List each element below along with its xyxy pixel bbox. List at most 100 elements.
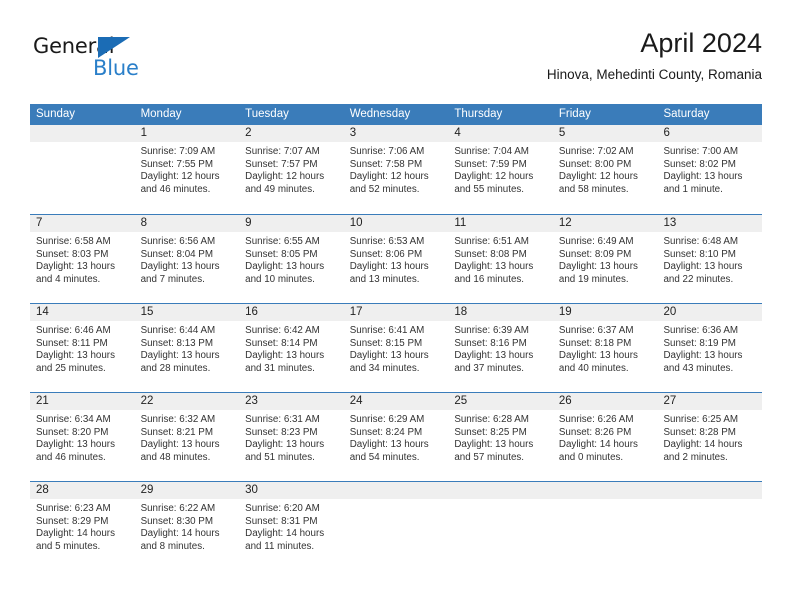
day-details: Sunrise: 7:00 AM Sunset: 8:02 PM Daylight:… [657, 142, 762, 196]
day-details: Sunrise: 6:36 AM Sunset: 8:19 PM Daylight:… [657, 321, 762, 375]
daylight-text-line2: and 46 minutes. [36, 451, 106, 463]
calendar-day-cell[interactable]: 8 Sunrise: 6:56 AM Sunset: 8:04 PM Daylight… [134, 215, 240, 303]
calendar-day-cell[interactable]: 28 Sunrise: 6:23 AM Sunset: 8:29 PM Dayligh… [30, 482, 135, 570]
calendar-day-cell[interactable]: 9 Sunrise: 6:55 AM Sunset: 8:05 PM Daylight… [239, 215, 344, 303]
calendar-day-cell[interactable]: 14 Sunrise: 6:46 AM Sunset: 8:11 PM Dayligh… [30, 304, 135, 392]
daylight-text-line1: Daylight: 13 hours [36, 261, 115, 273]
daylight-text-line1: Daylight: 13 hours [558, 350, 638, 362]
daylight-text-line2: and 51 minutes. [245, 451, 315, 463]
calendar-day-cell[interactable]: 13 Sunrise: 6:48 AM Sunset: 8:10 PM Dayligh… [657, 215, 763, 303]
daylight-text-line2: and 37 minutes. [454, 362, 525, 374]
calendar-day-cell[interactable]: 6 Sunrise: 7:00 AM Sunset: 8:02 PM Daylight… [657, 125, 763, 214]
sunrise-text: Sunrise: 6:32 AM [140, 414, 216, 425]
daylight-text-line1: Daylight: 12 hours [245, 171, 325, 183]
daylight-text-line1: Daylight: 13 hours [663, 171, 743, 183]
calendar-day-cell[interactable]: 16 Sunrise: 6:42 AM Sunset: 8:14 PM Dayligh… [239, 304, 344, 392]
day-number: 16 [239, 304, 344, 321]
calendar-day-cell[interactable]: 3 Sunrise: 7:06 AM Sunset: 7:58 PM Daylight… [343, 125, 449, 214]
calendar-day-cell-empty [30, 125, 135, 214]
day-number [552, 482, 658, 499]
sunset-text: Sunset: 8:09 PM [558, 248, 632, 260]
day-details: Sunrise: 7:06 AM Sunset: 7:58 PM Daylight:… [344, 142, 449, 196]
day-number: 1 [134, 125, 240, 142]
day-number: 3 [343, 125, 449, 142]
sunset-text: Sunset: 8:18 PM [558, 337, 632, 349]
sunrise-text: Sunrise: 6:53 AM [349, 236, 425, 247]
calendar-day-cell[interactable]: 27 Sunrise: 6:25 AM Sunset: 8:28 PM Dayligh… [657, 393, 763, 481]
calendar-day-cell[interactable]: 30 Sunrise: 6:20 AM Sunset: 8:31 PM Dayligh… [239, 482, 344, 570]
day-number [657, 482, 763, 499]
day-number: 28 [30, 482, 135, 499]
sunrise-text: Sunrise: 6:39 AM [454, 325, 529, 336]
calendar-day-cell[interactable]: 25 Sunrise: 6:28 AM Sunset: 8:25 PM Dayligh… [448, 393, 553, 481]
day-number: 20 [657, 304, 763, 321]
day-number: 13 [657, 215, 763, 232]
day-details: Sunrise: 6:48 AM Sunset: 8:10 PM Daylight:… [657, 232, 762, 286]
sunset-text: Sunset: 8:30 PM [140, 515, 214, 527]
calendar-day-cell[interactable]: 24 Sunrise: 6:29 AM Sunset: 8:24 PM Dayligh… [343, 393, 449, 481]
day-number: 23 [239, 393, 344, 410]
sunrise-text: Sunrise: 6:44 AM [140, 325, 216, 336]
daylight-text-line2: and 13 minutes. [349, 273, 420, 285]
calendar-day-cell[interactable]: 17 Sunrise: 6:41 AM Sunset: 8:15 PM Dayligh… [343, 304, 449, 392]
sunset-text: Sunset: 8:26 PM [558, 426, 632, 438]
day-details: Sunrise: 7:07 AM Sunset: 7:57 PM Daylight:… [239, 142, 344, 196]
calendar-day-cell[interactable]: 18 Sunrise: 6:39 AM Sunset: 8:16 PM Dayligh… [448, 304, 553, 392]
weekday-header-friday: Friday [558, 108, 591, 120]
day-number: 2 [239, 125, 344, 142]
calendar-day-cell[interactable]: 20 Sunrise: 6:36 AM Sunset: 8:19 PM Dayligh… [657, 304, 763, 392]
day-number: 22 [134, 393, 240, 410]
day-details: Sunrise: 6:46 AM Sunset: 8:11 PM Daylight:… [30, 321, 135, 375]
day-number: 6 [657, 125, 763, 142]
calendar-day-cell[interactable]: 2 Sunrise: 7:07 AM Sunset: 7:57 PM Daylight… [239, 125, 344, 214]
sunset-text: Sunset: 8:25 PM [454, 426, 527, 438]
daylight-text-line2: and 28 minutes. [140, 362, 211, 374]
day-number: 25 [448, 393, 553, 410]
day-number: 17 [343, 304, 449, 321]
calendar-week-row: 7 Sunrise: 6:58 AM Sunset: 8:03 PM Daylight… [30, 214, 763, 303]
sunrise-text: Sunrise: 6:36 AM [663, 325, 739, 336]
daylight-text-line1: Daylight: 13 hours [140, 261, 220, 273]
day-details: Sunrise: 6:53 AM Sunset: 8:06 PM Daylight:… [344, 232, 449, 286]
sunrise-text: Sunrise: 6:20 AM [245, 503, 320, 514]
day-number: 21 [30, 393, 135, 410]
calendar-day-cell[interactable]: 26 Sunrise: 6:26 AM Sunset: 8:26 PM Dayligh… [552, 393, 658, 481]
calendar-day-cell[interactable]: 12 Sunrise: 6:49 AM Sunset: 8:09 PM Dayligh… [552, 215, 658, 303]
calendar-day-cell[interactable]: 19 Sunrise: 6:37 AM Sunset: 8:18 PM Dayligh… [552, 304, 658, 392]
weekday-header-saturday: Saturday [663, 108, 710, 120]
sunrise-text: Sunrise: 6:25 AM [663, 414, 739, 425]
calendar-day-cell[interactable]: 29 Sunrise: 6:22 AM Sunset: 8:30 PM Dayligh… [134, 482, 240, 570]
calendar-day-cell[interactable]: 7 Sunrise: 6:58 AM Sunset: 8:03 PM Daylight… [30, 215, 135, 303]
daylight-text-line1: Daylight: 13 hours [454, 350, 534, 362]
calendar-day-cell[interactable]: 21 Sunrise: 6:34 AM Sunset: 8:20 PM Dayligh… [30, 393, 135, 481]
calendar-day-cell[interactable]: 5 Sunrise: 7:02 AM Sunset: 8:00 PM Daylight… [552, 125, 658, 214]
calendar-day-cell[interactable]: 4 Sunrise: 7:04 AM Sunset: 7:59 PM Daylight… [448, 125, 553, 214]
daylight-text-line2: and 11 minutes. [245, 540, 315, 552]
calendar-day-cell[interactable]: 10 Sunrise: 6:53 AM Sunset: 8:06 PM Dayligh… [343, 215, 449, 303]
calendar-week-row: 21 Sunrise: 6:34 AM Sunset: 8:20 PM Dayligh… [30, 392, 763, 481]
general-blue-logo[interactable]: General Blue [33, 36, 163, 88]
sunset-text: Sunset: 8:14 PM [245, 337, 318, 349]
sunset-text: Sunset: 8:29 PM [36, 515, 109, 527]
daylight-text-line2: and 7 minutes. [140, 273, 205, 285]
daylight-text-line2: and 25 minutes. [36, 362, 106, 374]
daylight-text-line1: Daylight: 13 hours [558, 261, 638, 273]
sunrise-text: Sunrise: 6:55 AM [245, 236, 320, 247]
daylight-text-line1: Daylight: 14 hours [245, 528, 325, 540]
calendar-day-cell[interactable]: 23 Sunrise: 6:31 AM Sunset: 8:23 PM Dayligh… [239, 393, 344, 481]
day-number: 30 [239, 482, 344, 499]
calendar-day-cell[interactable]: 1 Sunrise: 7:09 AM Sunset: 7:55 PM Daylight… [134, 125, 240, 214]
calendar-day-cell[interactable]: 11 Sunrise: 6:51 AM Sunset: 8:08 PM Dayligh… [448, 215, 553, 303]
daylight-text-line2: and 49 minutes. [245, 183, 315, 195]
daylight-text-line2: and 5 minutes. [36, 540, 101, 552]
day-details: Sunrise: 6:34 AM Sunset: 8:20 PM Daylight:… [30, 410, 135, 464]
sunrise-text: Sunrise: 6:29 AM [349, 414, 425, 425]
calendar-day-cell[interactable]: 15 Sunrise: 6:44 AM Sunset: 8:13 PM Dayligh… [134, 304, 240, 392]
sunrise-text: Sunrise: 6:46 AM [36, 325, 111, 336]
sunrise-text: Sunrise: 6:34 AM [36, 414, 111, 425]
sunrise-text: Sunrise: 6:56 AM [140, 236, 216, 247]
daylight-text-line1: Daylight: 13 hours [663, 350, 743, 362]
daylight-text-line2: and 19 minutes. [558, 273, 629, 285]
calendar-day-cell[interactable]: 22 Sunrise: 6:32 AM Sunset: 8:21 PM Dayligh… [134, 393, 240, 481]
daylight-text-line1: Daylight: 13 hours [663, 261, 743, 273]
